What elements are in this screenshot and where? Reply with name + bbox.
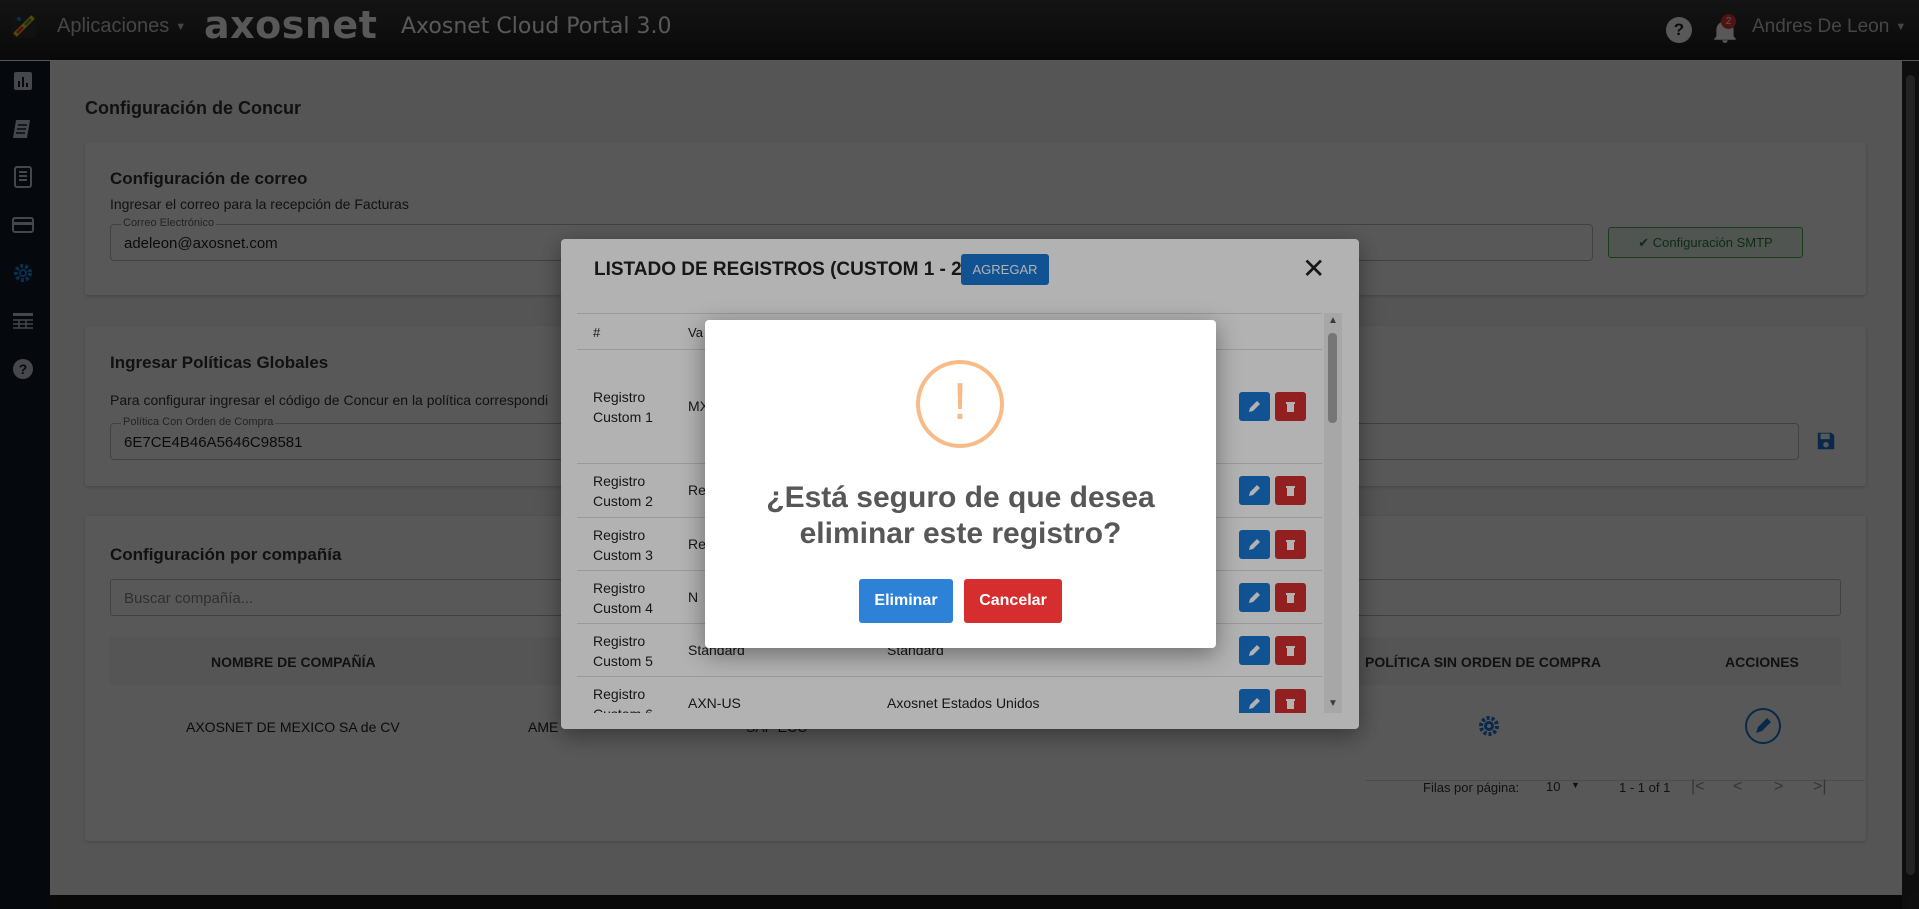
delete-confirm-dialog: ! ¿Está seguro de que desea eliminar est…: [705, 320, 1216, 648]
confirm-delete-button[interactable]: Eliminar: [859, 579, 953, 623]
warning-icon: !: [916, 360, 1004, 448]
cancel-button[interactable]: Cancelar: [964, 579, 1062, 623]
confirm-message: ¿Está seguro de que desea eliminar este …: [766, 481, 1155, 550]
warning-icon-glyph: !: [952, 373, 968, 431]
